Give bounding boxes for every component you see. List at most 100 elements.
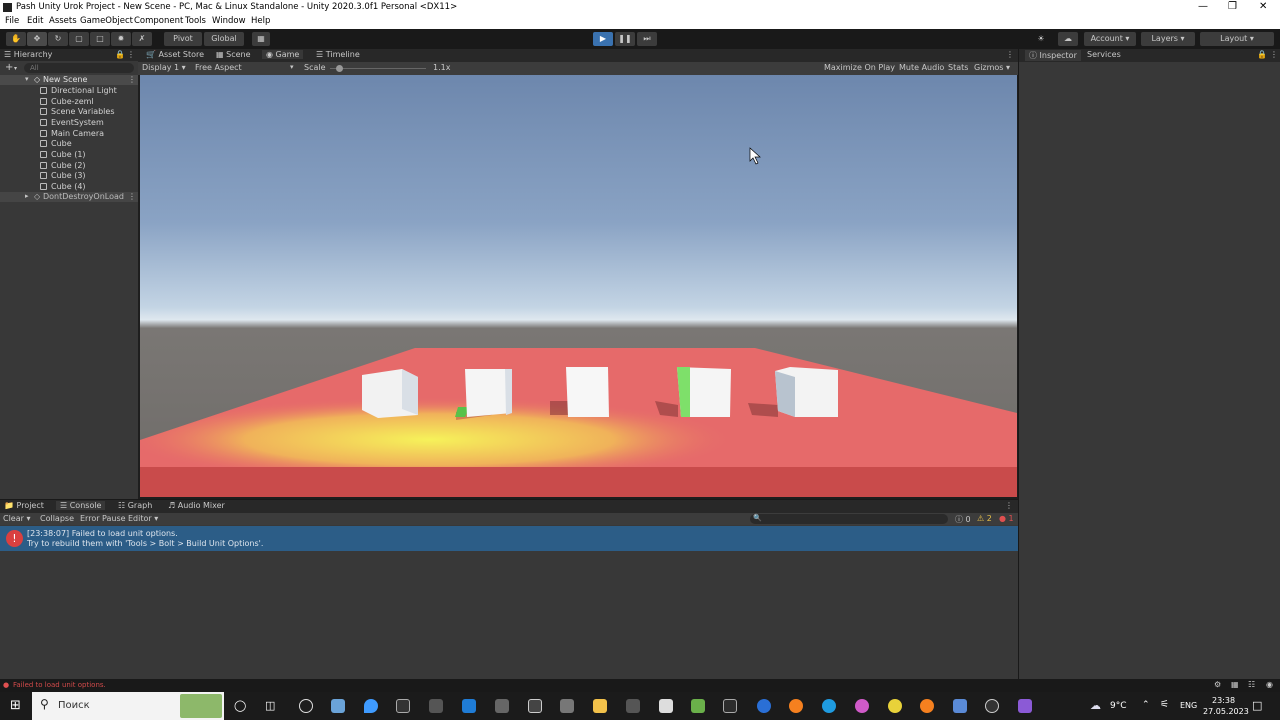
weather-temp[interactable]: 9°C (1110, 701, 1127, 711)
menu-assets[interactable]: Assets (49, 16, 77, 26)
app-icon[interactable] (396, 699, 410, 713)
app-icon[interactable] (659, 699, 673, 713)
tab-console[interactable]: ☰ Console (56, 501, 106, 510)
app-icon[interactable] (364, 699, 378, 713)
expand-arrow-icon[interactable]: ▾ (25, 75, 29, 83)
unreal-icon[interactable] (299, 699, 313, 713)
rect-tool-icon[interactable]: □ (90, 32, 110, 46)
hierarchy-item[interactable]: Cube (4) (40, 182, 86, 191)
app-icon[interactable] (495, 699, 509, 713)
console-log-entry[interactable]: ! [23:38:07] Failed to load unit options… (0, 526, 1018, 551)
mail-icon[interactable] (462, 699, 476, 713)
panel-menu-icon[interactable]: ⋮ (1270, 50, 1278, 59)
app-icon[interactable] (953, 699, 967, 713)
status-icon-d[interactable]: ◉ (1266, 680, 1273, 689)
network-icon[interactable]: ⚟ (1160, 699, 1169, 710)
console-search-input[interactable]: 🔍 (750, 514, 948, 524)
lock-icon[interactable]: 🔒 (1257, 50, 1267, 59)
close-icon[interactable]: ✕ (1259, 1, 1267, 12)
blender-icon[interactable] (920, 699, 934, 713)
grid-snap-icon[interactable]: ▦ (252, 32, 270, 46)
windows-start-icon[interactable]: ⊞ (10, 698, 21, 713)
minimize-icon[interactable]: — (1198, 1, 1208, 12)
maximize-on-play-toggle[interactable]: Maximize On Play (824, 63, 895, 72)
display-dropdown[interactable]: Display 1 ▾ (142, 63, 186, 72)
github-icon[interactable] (985, 699, 999, 713)
menu-component[interactable]: Component (134, 16, 183, 26)
account-dropdown[interactable]: Account ▾ (1084, 32, 1136, 46)
app-icon[interactable] (626, 699, 640, 713)
clear-button[interactable]: Clear ▾ (3, 514, 30, 523)
step-button[interactable]: ⏭ (637, 32, 657, 46)
chevron-up-icon[interactable]: ⌃ (1142, 700, 1150, 710)
lock-icon[interactable]: 🔒 (115, 50, 125, 59)
app-icon[interactable] (691, 699, 705, 713)
pivot-toggle[interactable]: Pivot (164, 32, 202, 46)
cloud-icon[interactable]: ☁ (1058, 32, 1078, 46)
aspect-dropdown[interactable]: Free Aspect (195, 63, 242, 72)
hierarchy-item[interactable]: EventSystem (40, 118, 104, 127)
app-icon[interactable] (560, 699, 574, 713)
scene-menu-icon[interactable]: ⋮ (128, 75, 136, 84)
notification-icon[interactable]: □ (1252, 699, 1262, 712)
play-button[interactable]: ▶ (593, 32, 613, 46)
app-icon[interactable] (429, 699, 443, 713)
menu-help[interactable]: Help (251, 16, 270, 26)
hierarchy-item[interactable]: Cube (2) (40, 161, 86, 170)
language-indicator[interactable]: ENG (1180, 701, 1197, 710)
tab-game[interactable]: ◉ Game (262, 50, 304, 59)
status-icon-b[interactable]: ▦ (1231, 680, 1239, 689)
chevron-down-icon[interactable]: ▾ (14, 65, 17, 72)
scale-tool-icon[interactable]: ▢ (69, 32, 89, 46)
scale-slider[interactable] (330, 68, 426, 69)
tab-inspector[interactable]: ⓘ Inspector (1025, 50, 1081, 61)
layers-dropdown[interactable]: Layers ▾ (1141, 32, 1195, 46)
tab-scene[interactable]: ▦ Scene (216, 50, 251, 59)
scene-row[interactable]: ▾ ◇ New Scene ⋮ (0, 75, 138, 85)
game-viewport[interactable] (140, 75, 1017, 497)
custom-tool-icon[interactable]: ✗ (132, 32, 152, 46)
info-count-toggle[interactable]: ⓘ 0 (955, 514, 971, 525)
transform-tool-icon[interactable]: ✹ (111, 32, 131, 46)
app-icon[interactable] (331, 699, 345, 713)
scene-menu-icon[interactable]: ⋮ (128, 192, 136, 201)
app-icon[interactable] (855, 699, 869, 713)
tab-asset-store[interactable]: 🛒 Asset Store (146, 50, 204, 59)
unity-editor-icon[interactable] (723, 699, 737, 713)
app-icon[interactable] (757, 699, 771, 713)
taskbar-search-input[interactable]: ⚲ Поиск (32, 692, 224, 720)
tab-timeline[interactable]: ☰ Timeline (316, 50, 360, 59)
move-tool-icon[interactable]: ✥ (27, 32, 47, 46)
hierarchy-item[interactable]: Cube (3) (40, 171, 86, 180)
app-icon[interactable] (888, 699, 902, 713)
hierarchy-search-input[interactable]: All (24, 63, 134, 73)
tab-hierarchy[interactable]: ☰ Hierarchy (4, 50, 52, 59)
editor-dropdown[interactable]: Editor ▾ (128, 514, 158, 523)
gizmos-dropdown[interactable]: Gizmos ▾ (974, 63, 1010, 72)
hierarchy-item[interactable]: Directional Light (40, 86, 117, 95)
clock-date[interactable]: 27.05.2023 (1203, 707, 1249, 716)
hierarchy-item[interactable]: Scene Variables (40, 107, 115, 116)
hierarchy-item[interactable]: Cube-zeml (40, 97, 94, 106)
aspect-chevron-icon[interactable]: ▾ (290, 63, 294, 71)
tab-audio-mixer[interactable]: ♬ Audio Mixer (168, 501, 225, 510)
restore-icon[interactable]: ❐ (1228, 1, 1237, 12)
status-icon-c[interactable]: ☷ (1248, 680, 1255, 689)
unity-hub-icon[interactable] (528, 699, 542, 713)
status-icon-a[interactable]: ⚙ (1214, 680, 1221, 689)
status-message[interactable]: Failed to load unit options. (13, 681, 106, 689)
collab-icon[interactable]: ☀ (1032, 32, 1050, 46)
panel-menu-icon[interactable]: ⋮ (1005, 501, 1013, 510)
menu-edit[interactable]: Edit (27, 16, 43, 26)
layout-dropdown[interactable]: Layout ▾ (1200, 32, 1274, 46)
tab-graph[interactable]: ☷ Graph (118, 501, 152, 510)
hand-tool-icon[interactable]: ✋ (6, 32, 26, 46)
scale-slider-handle[interactable] (336, 65, 343, 72)
tab-project[interactable]: 📁 Project (4, 501, 44, 510)
file-explorer-icon[interactable] (593, 699, 607, 713)
warning-count-toggle[interactable]: ⚠ 2 (977, 514, 992, 523)
collapse-toggle[interactable]: Collapse (40, 514, 74, 523)
cortana-icon[interactable]: ◯ (234, 699, 246, 712)
hierarchy-item[interactable]: Cube (40, 139, 72, 148)
tab-services[interactable]: Services (1087, 50, 1121, 59)
